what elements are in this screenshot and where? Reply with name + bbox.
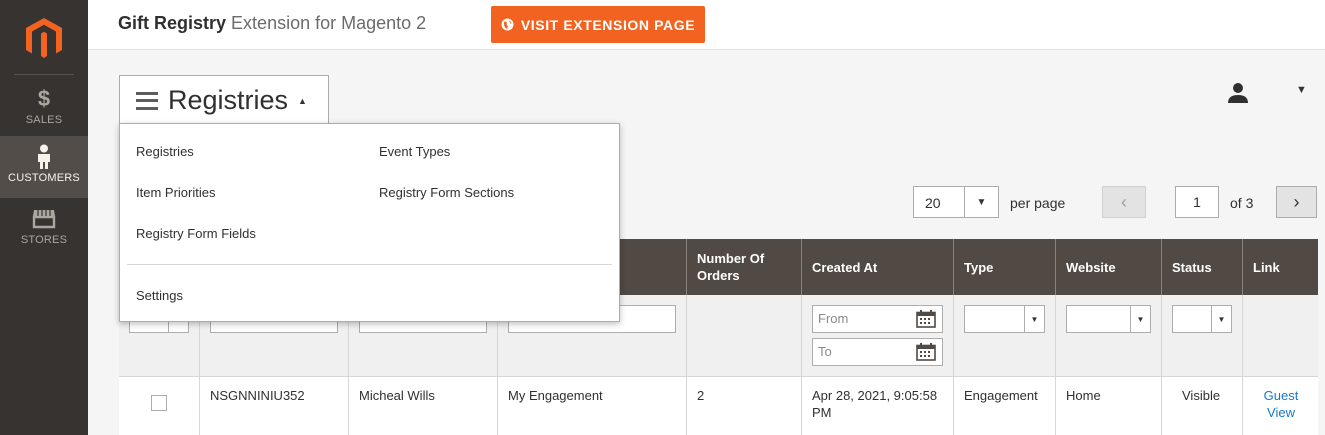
menu-item-registries[interactable]: Registries <box>136 144 194 159</box>
title-cell: My Engagement <box>508 388 603 403</box>
orders-cell: 2 <box>697 388 705 403</box>
column-header-website[interactable]: Website <box>1055 239 1161 295</box>
column-divider <box>1055 295 1056 376</box>
admin-sidebar: $ SALES CUSTOMERS STORES <box>0 0 88 435</box>
menu-divider <box>127 264 612 265</box>
website-filter-select[interactable]: ▼ <box>1066 305 1151 333</box>
caret-up-icon: ▲ <box>298 95 307 106</box>
website-cell: Home <box>1066 388 1101 403</box>
column-header-link[interactable]: Link <box>1242 239 1318 295</box>
sidebar-divider <box>14 74 74 75</box>
chevron-down-icon: ▼ <box>1211 306 1231 332</box>
sidebar-item-label: STORES <box>20 234 68 246</box>
column-divider <box>348 377 349 435</box>
chevron-down-icon[interactable]: ▼ <box>964 187 998 217</box>
sidebar-item-sales[interactable]: $ SALES <box>0 78 88 140</box>
per-page-value: 20 <box>925 195 941 211</box>
chevron-right-icon: › <box>1293 191 1300 212</box>
column-header-status[interactable]: Status <box>1161 239 1242 295</box>
page-title: Gift Registry Extension for Magento 2 <box>118 13 426 34</box>
main-menu-trigger[interactable]: Registries ▲ <box>119 75 329 125</box>
menu-item-event-types[interactable]: Event Types <box>379 144 450 159</box>
sidebar-item-label: CUSTOMERS <box>8 172 80 184</box>
column-divider <box>953 295 954 376</box>
visit-extension-button[interactable]: VISIT EXTENSION PAGE <box>491 6 705 43</box>
column-divider <box>1161 377 1162 435</box>
column-divider <box>801 295 802 376</box>
user-menu-caret-icon[interactable]: ▼ <box>1296 84 1307 96</box>
column-header-created-at[interactable]: Created At <box>801 239 953 295</box>
per-page-select[interactable]: 20 ▼ <box>913 186 999 218</box>
store-icon <box>32 210 56 229</box>
registry-id-cell: NSGNNINIU352 <box>210 388 305 403</box>
chevron-left-icon: ‹ <box>1121 191 1127 212</box>
guest-view-link[interactable]: Guest View <box>1257 387 1305 421</box>
chevron-down-icon: ▼ <box>1130 306 1150 332</box>
status-cell: Visible <box>1182 388 1221 403</box>
sidebar-item-customers[interactable]: CUSTOMERS <box>0 136 88 198</box>
table-row: NSGNNINIU352 Micheal Wills My Engagement… <box>119 377 1318 435</box>
column-divider <box>686 377 687 435</box>
magento-logo-icon[interactable] <box>24 16 64 60</box>
column-divider <box>953 377 954 435</box>
main-menu-dropdown: Registries Event Types Item Priorities R… <box>119 123 620 322</box>
column-divider <box>1242 377 1243 435</box>
column-header-type[interactable]: Type <box>953 239 1055 295</box>
current-page-input[interactable]: 1 <box>1175 186 1219 218</box>
column-divider <box>1242 295 1243 376</box>
previous-page-button[interactable]: ‹ <box>1102 186 1146 218</box>
chevron-down-icon: ▼ <box>1024 306 1044 332</box>
menu-item-item-priorities[interactable]: Item Priorities <box>136 185 215 200</box>
dollar-icon: $ <box>37 86 51 111</box>
menu-item-settings[interactable]: Settings <box>136 288 183 303</box>
created-at-cell: Apr 28, 2021, 9:05:58 PM <box>812 388 938 420</box>
menu-item-registry-form-sections[interactable]: Registry Form Sections <box>379 185 514 200</box>
type-cell: Engagement <box>964 388 1038 403</box>
column-divider <box>497 377 498 435</box>
to-placeholder: To <box>818 344 832 359</box>
calendar-icon[interactable] <box>916 343 936 361</box>
column-header-number-of-orders[interactable]: Number Of Orders <box>686 239 801 295</box>
calendar-icon[interactable] <box>916 310 936 328</box>
column-divider <box>1161 295 1162 376</box>
customer-icon <box>38 144 50 169</box>
page-title-sub: Extension for Magento 2 <box>231 13 427 33</box>
page-header: Gift Registry Extension for Magento 2 VI… <box>88 0 1325 50</box>
column-divider <box>686 295 687 376</box>
hamburger-icon <box>136 91 158 110</box>
name-cell: Micheal Wills <box>359 388 435 403</box>
status-filter-select[interactable]: ▼ <box>1172 305 1232 333</box>
page-count-label: of 3 <box>1230 195 1254 211</box>
per-page-label: per page <box>1010 195 1066 211</box>
created-at-to-input[interactable]: To <box>812 338 943 366</box>
globe-icon <box>501 18 514 31</box>
next-page-button[interactable]: › <box>1276 186 1317 218</box>
page-title-main: Gift Registry <box>118 13 227 33</box>
user-account-icon[interactable] <box>1227 82 1249 104</box>
created-at-from-input[interactable]: From <box>812 305 943 333</box>
menu-item-registry-form-fields[interactable]: Registry Form Fields <box>136 226 256 241</box>
from-placeholder: From <box>818 311 849 326</box>
column-divider <box>801 377 802 435</box>
visit-extension-label: VISIT EXTENSION PAGE <box>520 16 696 33</box>
type-filter-select[interactable]: ▼ <box>964 305 1045 333</box>
column-divider <box>1055 377 1056 435</box>
row-checkbox[interactable] <box>151 395 167 411</box>
sidebar-item-stores[interactable]: STORES <box>0 198 88 260</box>
column-divider <box>199 377 200 435</box>
sidebar-item-label: SALES <box>25 114 63 126</box>
menu-title: Registries <box>168 85 289 115</box>
